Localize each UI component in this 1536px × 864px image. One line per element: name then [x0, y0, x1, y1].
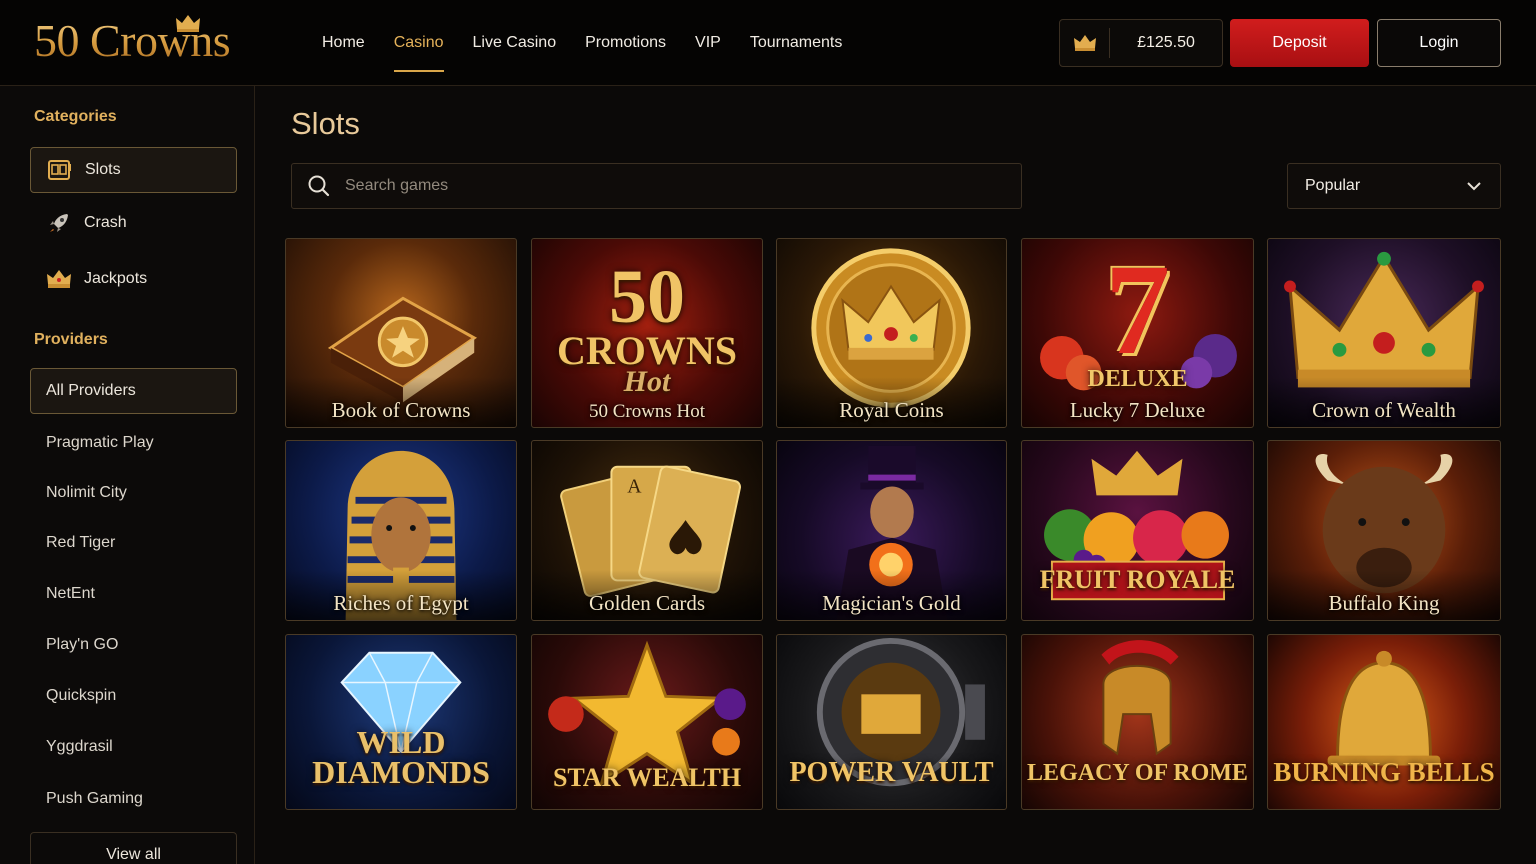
game-title: Royal Coins: [839, 398, 944, 422]
provider-item[interactable]: Yggdrasil: [46, 738, 113, 756]
balance-display[interactable]: £125.50: [1059, 19, 1223, 67]
chevron-down-icon: [1467, 182, 1481, 191]
game-art-title: FRUIT ROYALE: [1039, 565, 1236, 594]
provider-item[interactable]: Push Gaming: [46, 790, 143, 808]
game-tile[interactable]: A Golden Cards: [531, 440, 763, 621]
game-tile[interactable]: Buffalo King: [1267, 440, 1501, 621]
sidebar-item-label: Jackpots: [84, 270, 148, 287]
game-tile[interactable]: WILD DIAMONDS: [285, 634, 517, 810]
provider-item[interactable]: NetEnt: [46, 585, 95, 603]
sidebar-item-crash[interactable]: Crash: [30, 200, 237, 246]
game-title: Buffalo King: [1328, 591, 1440, 615]
game-tile[interactable]: STAR WEALTH: [531, 634, 763, 810]
game-art-sub: DELUXE: [1087, 366, 1188, 392]
slot-machine-icon: [47, 157, 73, 183]
game-tile[interactable]: 7 DELUXE Lucky 7 Deluxe: [1021, 238, 1254, 428]
provider-item[interactable]: Pragmatic Play: [46, 434, 154, 452]
main-nav: Home Casino Live Casino Promotions VIP T…: [322, 0, 871, 86]
game-tile[interactable]: Riches of Egypt: [285, 440, 517, 621]
nav-promotions[interactable]: Promotions: [585, 0, 666, 86]
view-all-providers-button[interactable]: View all: [30, 832, 237, 864]
search-bar: [291, 163, 1022, 209]
sidebar-item-label: Crash: [84, 214, 127, 231]
provider-item[interactable]: Red Tiger: [46, 534, 115, 552]
game-tile[interactable]: LEGACY OF ROME: [1021, 634, 1254, 810]
game-art-title: BURNING BELLS: [1273, 757, 1495, 787]
provider-item[interactable]: Quickspin: [46, 687, 116, 705]
game-art-title: LEGACY OF ROME: [1027, 760, 1248, 786]
logo-crown-icon: [176, 15, 200, 32]
game-art-title: STAR WEALTH: [552, 763, 742, 792]
nav-live-casino[interactable]: Live Casino: [473, 0, 557, 86]
game-title: Book of Crowns: [331, 398, 471, 422]
login-button[interactable]: Login: [1377, 19, 1501, 67]
crown-icon: [1060, 28, 1110, 58]
game-tile[interactable]: Crown of Wealth: [1267, 238, 1501, 428]
nav-casino[interactable]: Casino: [393, 0, 444, 86]
rocket-icon: [46, 210, 72, 236]
top-header: 50 Crowns Home Casino Live Casino Promot…: [0, 0, 1536, 86]
game-tile[interactable]: 50 CROWNS Hot 50 Crowns Hot: [531, 238, 763, 428]
sort-select[interactable]: Popular: [1287, 163, 1501, 209]
game-title: Riches of Egypt: [333, 591, 469, 615]
game-tile[interactable]: Royal Coins: [776, 238, 1007, 428]
game-art-title: POWER VAULT: [789, 757, 994, 788]
sidebar: Categories Slots Crash Jackpots Provider…: [0, 86, 255, 864]
game-title: Magician's Gold: [822, 591, 961, 615]
categories-heading: Categories: [34, 108, 117, 125]
game-tile[interactable]: POWER VAULT: [776, 634, 1007, 810]
provider-all[interactable]: All Providers: [30, 368, 237, 414]
game-title: Golden Cards: [588, 591, 706, 615]
game-tile[interactable]: FRUIT ROYALE: [1021, 440, 1254, 621]
game-art-title: WILD DIAMONDS: [312, 724, 490, 791]
nav-tournaments[interactable]: Tournaments: [750, 0, 843, 86]
sidebar-item-label: Slots: [85, 161, 121, 178]
nav-vip[interactable]: VIP: [695, 0, 721, 86]
game-tile[interactable]: Magician's Gold: [776, 440, 1007, 621]
game-art-sub: Hot: [623, 365, 671, 398]
sidebar-item-slots[interactable]: Slots: [30, 147, 237, 193]
game-tile[interactable]: BURNING BELLS: [1267, 634, 1501, 810]
deposit-button[interactable]: Deposit: [1230, 19, 1369, 67]
sidebar-item-jackpots[interactable]: Jackpots: [30, 256, 237, 302]
svg-text:A: A: [627, 475, 642, 497]
page-title: Slots: [291, 106, 360, 141]
game-title: Crown of Wealth: [1312, 398, 1456, 422]
game-tile[interactable]: Book of Crowns: [285, 238, 517, 428]
provider-item[interactable]: Nolimit City: [46, 484, 127, 502]
providers-heading: Providers: [34, 331, 108, 348]
search-input[interactable]: [345, 177, 1021, 195]
provider-item[interactable]: Play'n GO: [46, 636, 118, 654]
game-title: Lucky 7 Deluxe: [1069, 398, 1206, 422]
balance-amount: £125.50: [1137, 34, 1195, 51]
nav-home[interactable]: Home: [322, 0, 365, 86]
game-title: 50 Crowns Hot: [588, 401, 706, 422]
sort-value: Popular: [1305, 177, 1361, 194]
game-art-number: 50: [609, 255, 685, 339]
crown-icon: [46, 266, 72, 292]
search-icon: [308, 175, 330, 197]
